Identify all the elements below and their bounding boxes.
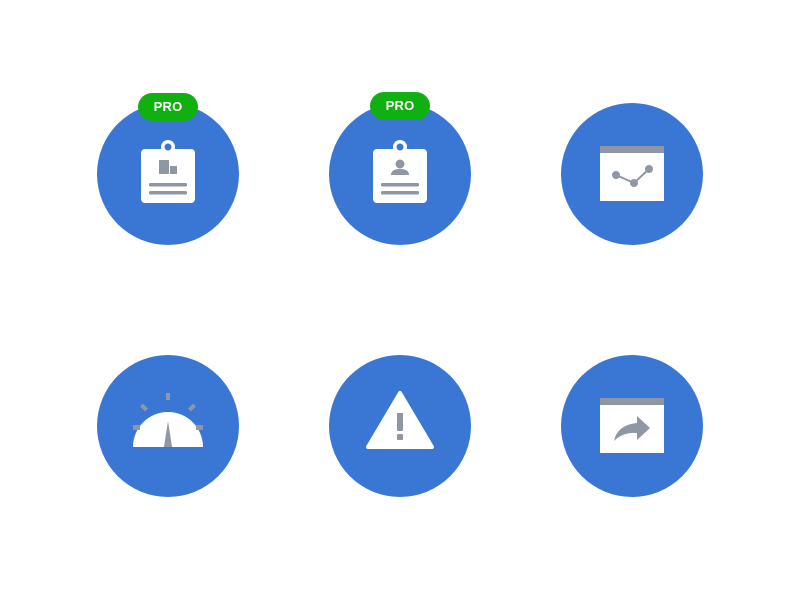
pro-badge: PRO	[370, 92, 430, 120]
share-window-icon	[600, 398, 664, 453]
tile-badge-dashboard[interactable]	[97, 103, 239, 245]
speedometer-icon	[133, 393, 203, 447]
icon-grid: PRO PRO	[0, 0, 800, 600]
tile-share-window[interactable]	[561, 355, 703, 497]
warning-icon	[366, 391, 434, 449]
tile-line-chart-window[interactable]	[561, 103, 703, 245]
tile-badge-user[interactable]	[329, 103, 471, 245]
line-chart-window-icon	[600, 146, 664, 201]
tile-warning[interactable]	[329, 355, 471, 497]
tile-speedometer[interactable]	[97, 355, 239, 497]
badge-user-icon	[373, 140, 427, 203]
pro-badge: PRO	[138, 93, 198, 121]
badge-dashboard-icon	[141, 140, 195, 203]
